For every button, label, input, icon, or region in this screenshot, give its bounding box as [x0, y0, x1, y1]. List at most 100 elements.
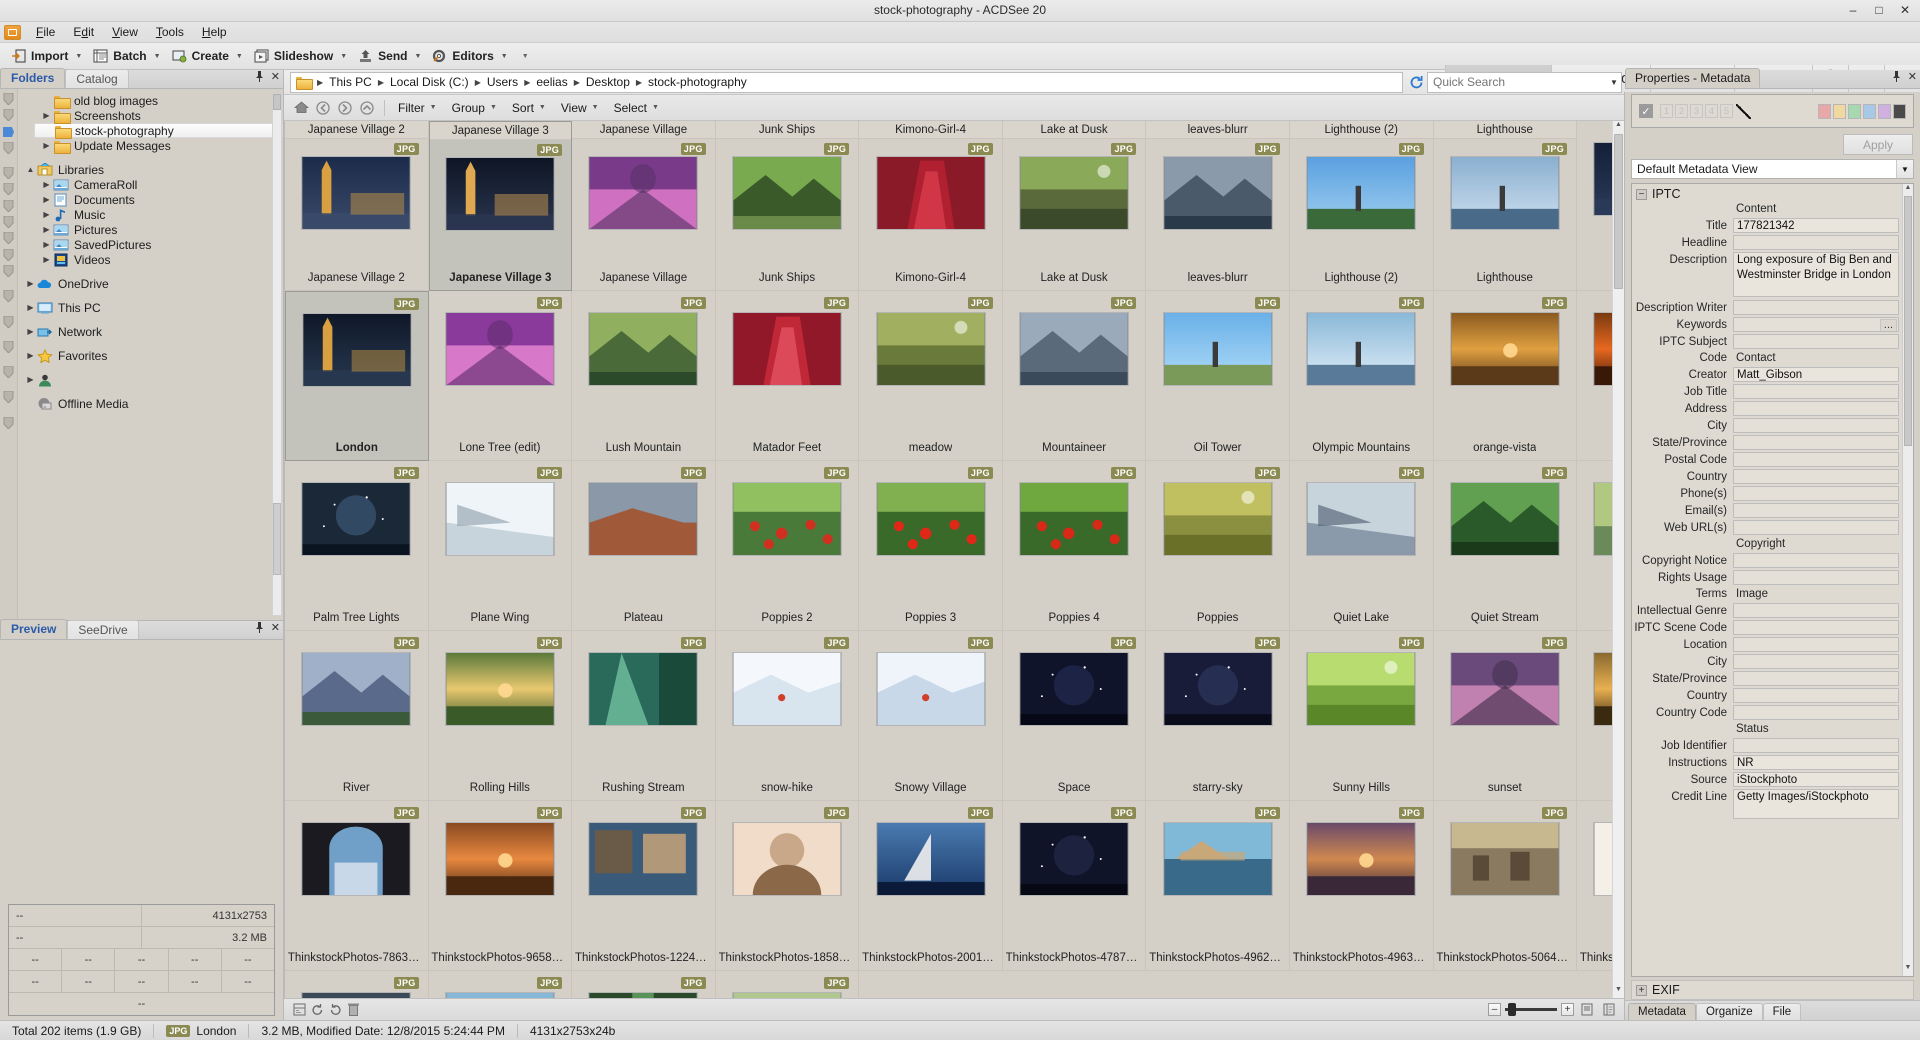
home-icon[interactable] [290, 98, 312, 118]
expand-twisty-icon[interactable]: ▶ [24, 303, 37, 312]
expand-twisty-icon[interactable]: ▶ [40, 210, 53, 219]
metadata-field-keywords[interactable]: ... [1733, 317, 1899, 332]
thumbnail-cell[interactable]: JPG orange-vista [1433, 291, 1578, 461]
thumbnail-cell[interactable]: JPG ThinkstockPhotos-496345... [1289, 801, 1434, 971]
toolbar-overflow-arrow[interactable]: ▼ [522, 53, 529, 60]
expand-twisty-icon[interactable]: ▶ [40, 180, 53, 189]
menu-edit[interactable]: Edit [64, 23, 103, 41]
expand-twisty-icon[interactable]: ▶ [24, 351, 37, 360]
thumbnail-cell[interactable]: JPG Poppies [1146, 461, 1290, 631]
sort-arrow[interactable]: ▼ [539, 104, 546, 111]
metadata-scrollbar-thumb[interactable] [1904, 196, 1912, 446]
metadata-field-location[interactable] [1733, 637, 1899, 652]
close-left-panel-icon[interactable]: ✕ [271, 71, 280, 83]
tree-item-favorites[interactable]: ▶ Favorites [18, 348, 283, 363]
thumbnail-cell[interactable]: JPG ThinkstockPhotos-200133... [859, 801, 1003, 971]
right-pin-icon[interactable] [1892, 71, 1901, 83]
collapse-twisty-icon[interactable]: ▲ [24, 165, 37, 174]
thumbnail-cell[interactable]: JPG ThinkstockPhotos-515747... [428, 971, 573, 998]
thumbnail-cell[interactable]: Lake at Dusk JPG Lake at Dusk [1002, 121, 1147, 291]
import-dropdown-arrow[interactable]: ▼ [75, 53, 82, 60]
rating-1[interactable]: 1 [1660, 104, 1673, 118]
expand-twisty-icon[interactable]: ▶ [24, 375, 37, 384]
search-input[interactable] [1428, 75, 1607, 89]
zoom-out-button[interactable]: – [1488, 1003, 1501, 1016]
thumbnail-cell[interactable]: JPG Poppies 3 [859, 461, 1003, 631]
rating-4[interactable]: 4 [1705, 104, 1718, 118]
grid-scrollbar-thumb[interactable] [1614, 134, 1623, 289]
thumbnail-cell[interactable]: JPG ThinkstockPhotos-122423... [572, 801, 716, 971]
tab-organize[interactable]: Organize [1695, 1003, 1763, 1020]
thumbnail-cell[interactable]: JPG Poppies 4 [1002, 461, 1147, 631]
metadata-field-credit-line[interactable]: Getty Images/iStockphoto [1733, 789, 1899, 819]
metadata-field-postal-code[interactable] [1733, 452, 1899, 467]
thumbnail-cell[interactable]: JPG snow-hike [715, 631, 860, 801]
breadcrumb-item-users[interactable]: Users [483, 74, 522, 90]
view-button[interactable]: View ▼ [554, 99, 607, 117]
thumbnail-cell[interactable]: Japanese Village 2 JPG Japanese Village 2 [285, 121, 429, 291]
thumbnail-cell[interactable]: JPG ThinkstockPhotos-185854... [715, 801, 860, 971]
breadcrumb[interactable]: ▶ This PC ▶ Local Disk (C:) ▶ Users ▶ eelias ▶ De… [290, 71, 1403, 93]
tree-item-onedrive[interactable]: ▶ OneDrive [18, 276, 283, 291]
thumbnail-cell[interactable]: JPG Space [1002, 631, 1147, 801]
metadata-field-state-province[interactable] [1733, 671, 1899, 686]
thumbnail-cell[interactable]: JPG Oil Tower [1146, 291, 1290, 461]
thumbnail-cell[interactable]: JPG Sunny Hills [1289, 631, 1434, 801]
metadata-field-city[interactable] [1733, 418, 1899, 433]
rating-checkbox[interactable]: ✓ [1639, 104, 1653, 118]
thumbnail-cell[interactable]: JPG meadow [859, 291, 1003, 461]
thumbnail-cell[interactable]: JPG London [285, 291, 429, 461]
tree-item-savedpictures[interactable]: ▶ SavedPictures [34, 237, 283, 252]
tab-file[interactable]: File [1762, 1003, 1802, 1020]
tree-item-documents[interactable]: ▶ Documents [34, 192, 283, 207]
zoom-slider[interactable] [1505, 1003, 1557, 1016]
thumbnail-cell[interactable]: JPG Rushing Stream [572, 631, 716, 801]
metadata-field-city[interactable] [1733, 654, 1899, 669]
thumbnail-cell[interactable]: leaves-blurr JPG leaves-blurr [1146, 121, 1290, 291]
slideshow-dropdown-arrow[interactable]: ▼ [340, 53, 347, 60]
metadata-field-iptc-scene-code[interactable] [1733, 620, 1899, 635]
rating-5[interactable]: 5 [1720, 104, 1733, 118]
color-label-swatch-4[interactable] [1863, 103, 1876, 119]
color-label-swatch-5[interactable] [1878, 103, 1891, 119]
grid-scroll-up-arrow[interactable]: ▲ [1613, 121, 1624, 133]
forward-icon[interactable] [334, 98, 356, 118]
metadata-field-headline[interactable] [1733, 235, 1899, 250]
thumbnail-cell[interactable]: JPG ThinkstockPhotos-496264... [1146, 801, 1290, 971]
thumbnail-cell[interactable]: JPG Plane Wing [428, 461, 573, 631]
tab-metadata[interactable]: Metadata [1628, 1003, 1696, 1020]
metadata-field-country[interactable] [1733, 469, 1899, 484]
thumbnail-cell[interactable]: JPG Lush Mountain [572, 291, 716, 461]
metadata-field-phone-s-[interactable] [1733, 486, 1899, 501]
thumbnail-cell[interactable]: JPG sunset [1433, 631, 1578, 801]
tree-item-videos[interactable]: ▶ Videos [34, 252, 283, 267]
tree-item-pictures[interactable]: ▶ Pictures [34, 222, 283, 237]
thumbnail-cell[interactable]: JPG ThinkstockPhotos-515520... [285, 971, 429, 998]
thumbnail-cell[interactable]: JPG Quiet Stream [1433, 461, 1578, 631]
editors-button[interactable]: Editors [429, 46, 496, 66]
metadata-field-country[interactable] [1733, 688, 1899, 703]
thumbnail-cell[interactable]: JPG River [285, 631, 429, 801]
tree-item-offline-media[interactable]: Offline Media [18, 396, 283, 411]
menu-view[interactable]: View [103, 23, 147, 41]
refresh-icon[interactable] [1405, 75, 1427, 90]
metadata-field-job-identifier[interactable] [1733, 738, 1899, 753]
up-icon[interactable] [356, 98, 378, 118]
breadcrumb-item-stock-photography[interactable]: stock-photography [644, 74, 751, 90]
close-right-panel-icon[interactable]: ✕ [1908, 71, 1917, 83]
tree-item-update-messages[interactable]: ▶ Update Messages [34, 138, 283, 154]
thumbnail-cell[interactable]: JPG Matador Feet [715, 291, 860, 461]
color-label-swatch-1[interactable] [1818, 103, 1831, 119]
thumbnail-cell[interactable]: JPG ThinkstockPhotos-478754... [1002, 801, 1147, 971]
minimize-button[interactable]: – [1840, 0, 1866, 20]
rating-2[interactable]: 2 [1675, 104, 1688, 118]
tree-item-cameraroll[interactable]: ▶ CameraRoll [34, 177, 283, 192]
thumbnail-cell[interactable]: JPG Olympic Mountains [1289, 291, 1434, 461]
apply-button[interactable]: Apply [1843, 134, 1913, 155]
tree-item-screenshots[interactable]: ▶ Screenshots [34, 108, 283, 124]
thumbnail-cell[interactable]: Lighthouse (2) JPG Lighthouse (2) [1289, 121, 1434, 291]
exif-expand-icon[interactable]: + [1636, 984, 1647, 996]
batch-button[interactable]: Batch [90, 46, 149, 66]
thumbnail-cell[interactable]: JPG Palm Tree Lights [285, 461, 429, 631]
tree-scrollbar-thumb-2[interactable] [273, 503, 281, 575]
